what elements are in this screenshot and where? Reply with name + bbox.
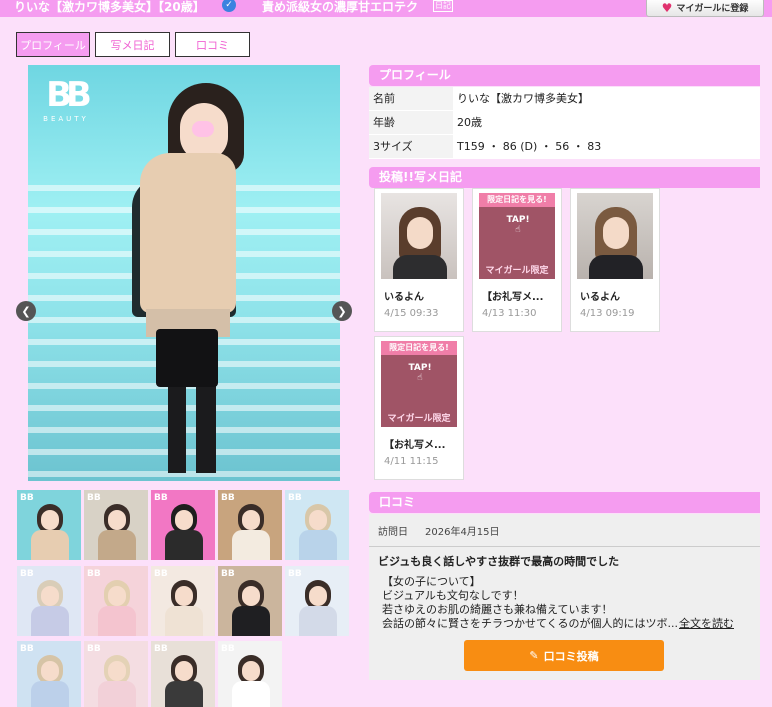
catch-copy: 責め派級女の濃厚甘エロテク	[262, 0, 419, 14]
locked-diary-thumbnail: 限定日記を見る! TAP! ☝ マイガール限定	[381, 341, 457, 427]
photo-figure-bag	[156, 329, 218, 387]
chevron-right-icon[interactable]: ❯	[332, 301, 352, 321]
main-photo[interactable]: BB BEAUTY	[28, 65, 340, 481]
visit-date-label: 訪問日	[378, 527, 408, 538]
profile-section-header: プロフィール	[369, 65, 760, 86]
girl-name-heading: りいな【激カワ博多美女】【20歳】	[14, 0, 205, 14]
profile-label: 3サイズ	[369, 135, 453, 158]
profile-value: 20歳	[457, 116, 482, 129]
thumbnail-logo: BB	[87, 493, 101, 503]
thumbnail-logo: BB	[87, 569, 101, 579]
profile-table: 名前 りいな【激カワ博多美女】 年齢 20歳 3サイズ T159 ・ 86 (D…	[369, 87, 760, 159]
thumbnail-8[interactable]: BB	[151, 566, 215, 636]
thumbnail-logo: BB	[154, 644, 168, 654]
pencil-icon: ✎	[529, 649, 539, 662]
chevron-left-icon[interactable]: ❮	[16, 301, 36, 321]
diary-card[interactable]: 限定日記を見る! TAP! ☝ マイガール限定 【お礼写メ... 4/11 11:…	[374, 336, 464, 480]
photo-figure-scarf	[140, 153, 236, 313]
thumbnail-logo: BB	[154, 493, 168, 503]
thumbnail-logo: BB	[154, 569, 168, 579]
diary-title: いるよん	[384, 292, 424, 303]
profile-label: 名前	[369, 87, 453, 110]
profile-row: 3サイズ T159 ・ 86 (D) ・ 56 ・ 83	[369, 135, 760, 159]
locked-diary-thumbnail: 限定日記を見る! TAP! ☝ マイガール限定	[479, 193, 555, 279]
profile-row: 年齢 20歳	[369, 111, 760, 135]
tab-photo-diary[interactable]: 写メ日記	[95, 32, 170, 57]
post-review-label: 口コミ投稿	[543, 649, 599, 663]
thumbnail-9[interactable]: BB	[218, 566, 282, 636]
diary-date: 4/15 09:33	[384, 308, 439, 319]
tap-hand-icon: TAP! ☝	[506, 215, 530, 235]
thumbnail-logo: BB	[288, 569, 302, 579]
thumbnail-6[interactable]: BB	[17, 566, 81, 636]
mygirl-register-button[interactable]: ♥ マイガールに登録	[646, 0, 764, 17]
profile-header: りいな【激カワ博多美女】【20歳】 ✓ 責め派級女の濃厚甘エロテク 日記 ♥ マ…	[0, 0, 772, 17]
diary-card[interactable]: いるよん 4/15 09:33	[374, 188, 464, 332]
thumbnail-logo: BB	[87, 644, 101, 654]
post-review-button[interactable]: ✎ 口コミ投稿	[464, 640, 664, 671]
thumbnail-1[interactable]: BB	[17, 490, 81, 560]
thumbnail-4[interactable]: BB	[218, 490, 282, 560]
heart-icon: ♥	[661, 0, 673, 15]
diary-badge: 日記	[433, 0, 453, 12]
mygirl-register-label: マイガールに登録	[676, 4, 749, 14]
diary-title: 【お礼写メ...	[384, 440, 446, 451]
diary-date: 4/13 11:30	[482, 308, 537, 319]
thumbnail-11[interactable]: BB	[17, 641, 81, 707]
face-mosaic	[192, 121, 214, 137]
thumbnail-5[interactable]: BB	[285, 490, 349, 560]
profile-value: T159 ・ 86 (D) ・ 56 ・ 83	[457, 140, 602, 153]
diary-section-header: 投稿!!写メ日記	[369, 167, 760, 188]
profile-value: りいな【激カワ博多美女】	[457, 92, 589, 105]
shop-logo: BB BEAUTY	[43, 75, 92, 123]
visit-date: 2026年4月15日	[425, 527, 500, 538]
tab-profile[interactable]: プロフィール	[16, 32, 90, 57]
thumbnail-7[interactable]: BB	[84, 566, 148, 636]
read-more-link[interactable]: 全文を読む	[679, 615, 734, 631]
thumbnail-logo: BB	[221, 644, 235, 654]
thumbnail-13[interactable]: BB	[151, 641, 215, 707]
review-title: ビジュも良く話しやすさ抜群で最高の時間でした	[378, 555, 620, 568]
thumbnail-2[interactable]: BB	[84, 490, 148, 560]
diary-thumbnail	[381, 193, 457, 279]
diary-thumbnail	[577, 193, 653, 279]
thumbnail-logo: BB	[20, 644, 34, 654]
diary-date: 4/11 11:15	[384, 456, 439, 467]
thumbnail-3[interactable]: BB	[151, 490, 215, 560]
diary-title: 【お礼写メ...	[482, 292, 544, 303]
review-section-header: 口コミ	[369, 492, 760, 513]
thumbnail-10[interactable]: BB	[285, 566, 349, 636]
diary-card[interactable]: 限定日記を見る! TAP! ☝ マイガール限定 【お礼写メ... 4/13 11:…	[472, 188, 562, 332]
thumbnail-logo: BB	[20, 493, 34, 503]
review-box: 訪問日 2026年4月15日 ビジュも良く話しやすさ抜群で最高の時間でした 【女…	[369, 514, 760, 680]
thumbnail-logo: BB	[221, 493, 235, 503]
review-text-line: 会話の節々に賢さをチラつかせてくるのが個人的にはツボ...	[382, 617, 678, 630]
thumbnail-logo: BB	[221, 569, 235, 579]
thumbnail-14[interactable]: BB	[218, 641, 282, 707]
check-badge-icon: ✓	[222, 0, 236, 12]
tab-reviews[interactable]: 口コミ	[175, 32, 250, 57]
thumbnail-logo: BB	[288, 493, 302, 503]
profile-row: 名前 りいな【激カワ博多美女】	[369, 87, 760, 111]
diary-card[interactable]: いるよん 4/13 09:19	[570, 188, 660, 332]
thumbnail-12[interactable]: BB	[84, 641, 148, 707]
thumbnail-logo: BB	[20, 569, 34, 579]
profile-label: 年齢	[369, 111, 453, 134]
tap-hand-icon: TAP! ☝	[408, 363, 432, 383]
diary-title: いるよん	[580, 292, 620, 303]
diary-date: 4/13 09:19	[580, 308, 635, 319]
divider	[369, 546, 760, 547]
